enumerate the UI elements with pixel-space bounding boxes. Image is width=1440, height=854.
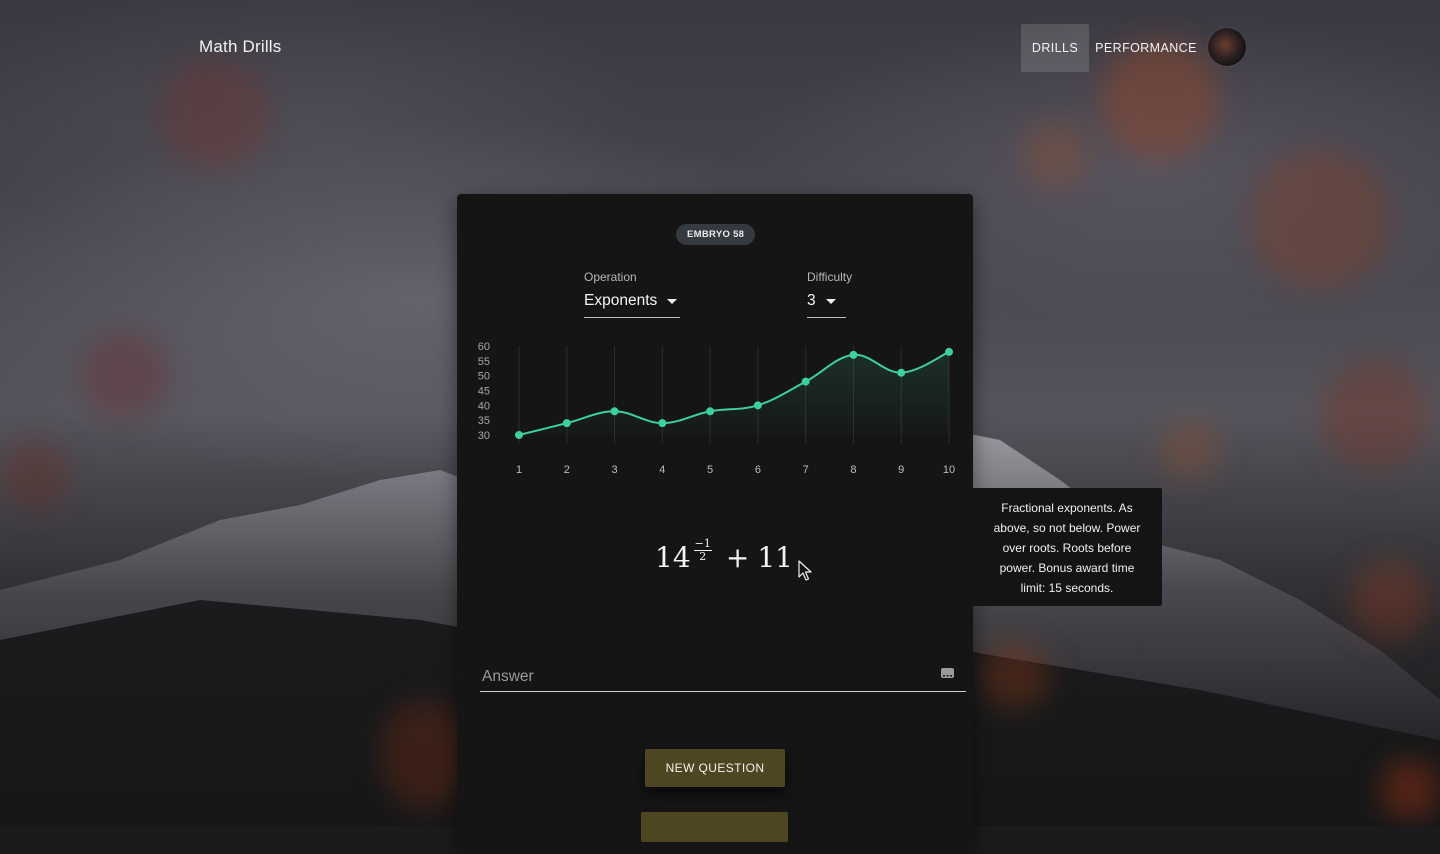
difficulty-label: Difficulty [807, 270, 853, 284]
operation-select[interactable]: Operation Exponents [584, 270, 680, 318]
chart-y-tick-label: 40 [478, 400, 490, 412]
chart-data-point [515, 431, 523, 439]
chart-x-tick-label: 3 [611, 464, 617, 476]
operation-select-box[interactable]: Exponents [584, 292, 680, 318]
chart-data-point [945, 347, 953, 356]
nav-performance-button[interactable]: PERFORMANCE [1093, 24, 1199, 72]
operation-value: Exponents [584, 292, 658, 309]
chart-x-tick-label: 9 [898, 464, 904, 476]
mouse-pointer-icon [798, 560, 812, 581]
chart-area-fill [519, 351, 949, 435]
equation-addend: 11 [757, 540, 793, 574]
chart-data-point [897, 368, 906, 377]
chart-data-point [753, 401, 762, 410]
difficulty-select[interactable]: Difficulty 3 [807, 270, 853, 318]
difficulty-select-box[interactable]: 3 [807, 292, 846, 318]
chevron-down-icon [825, 298, 836, 304]
progress-chart: 30354045505560 1 2 3 4 5 6 7 8 9 10 [478, 341, 955, 476]
chart-x-tick-label: 8 [850, 464, 856, 476]
chart-data-point [562, 419, 571, 428]
chart-data-point [658, 419, 667, 428]
chart-x-tick-label: 2 [564, 464, 570, 476]
operation-label: Operation [584, 270, 637, 284]
difficulty-tooltip: Fractional exponents. As above, so not b… [972, 488, 1162, 606]
avatar[interactable] [1208, 28, 1246, 66]
chart-data-point [801, 377, 810, 386]
chart-data-point [849, 350, 858, 359]
equation-operator: + [725, 540, 750, 574]
answer-input[interactable] [480, 664, 934, 690]
new-question-button[interactable]: NEW QUESTION [645, 749, 785, 787]
chart-x-tick-label: 5 [707, 464, 713, 476]
equation-base: 14 [655, 540, 691, 574]
chart-data-point [610, 407, 619, 416]
chart-y-tick-label: 60 [478, 341, 490, 353]
chart-x-tick-label: 1 [516, 464, 522, 476]
top-app-bar: Math Drills DRILLS PERFORMANCE [0, 0, 1440, 94]
chart-y-tick-label: 35 [478, 415, 490, 427]
chart-y-tick-label: 45 [478, 386, 490, 398]
chevron-down-icon [667, 298, 678, 304]
exponent-numerator: −1 [693, 536, 712, 551]
chart-x-tick-label: 6 [755, 464, 761, 476]
exponent-denominator: 2 [699, 549, 707, 563]
chart-y-tick-label: 50 [478, 371, 490, 383]
chart-x-tick-label: 10 [943, 464, 955, 476]
math-question: 14 −1 2 + 11 [655, 532, 793, 582]
answer-field[interactable] [480, 664, 966, 692]
equation-exponent: −1 2 [693, 536, 712, 563]
keyboard-icon[interactable] [941, 668, 954, 678]
level-badge: EMBRYO 58 [676, 224, 756, 245]
secondary-button[interactable] [641, 812, 788, 842]
chart-data-point [706, 407, 715, 416]
drill-card: EMBRYO 58 Operation Exponents Difficulty… [457, 194, 973, 854]
nav-drills-button[interactable]: DRILLS [1021, 24, 1089, 72]
difficulty-value: 3 [807, 292, 816, 309]
app-title: Math Drills [199, 37, 282, 56]
chart-x-tick-label: 7 [803, 464, 809, 476]
chart-y-tick-label: 30 [478, 430, 490, 442]
chart-x-tick-label: 4 [659, 464, 665, 476]
chart-y-tick-label: 55 [478, 356, 490, 368]
